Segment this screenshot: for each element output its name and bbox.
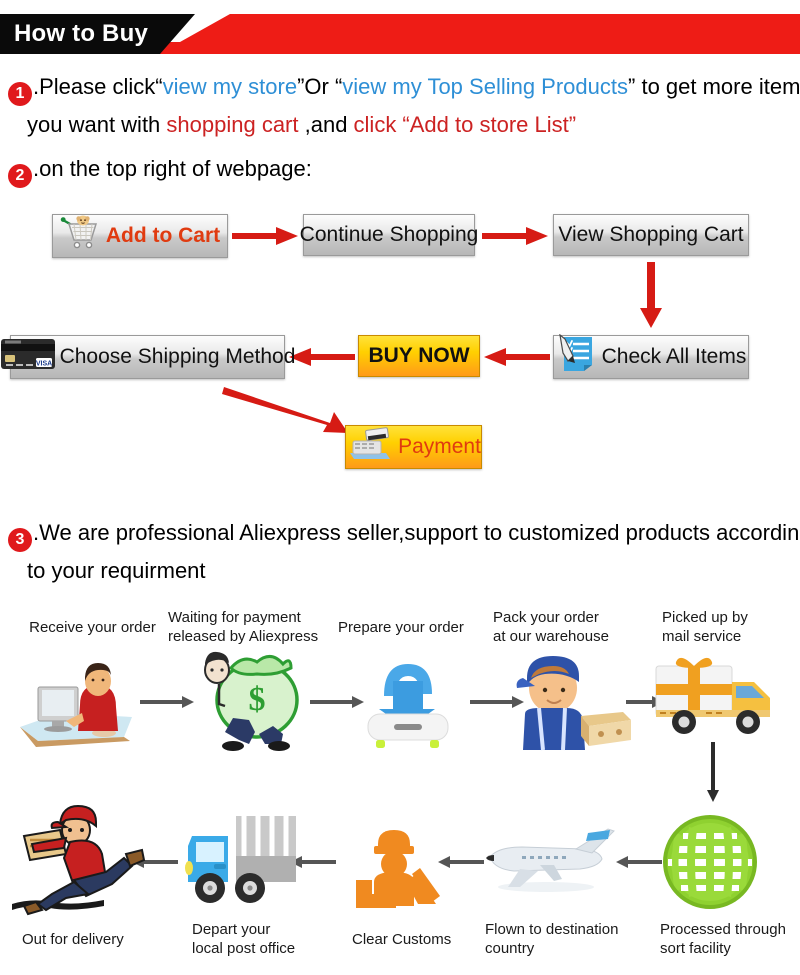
step-1-line-2: you want with shopping cart ,and click “… — [27, 105, 576, 145]
step-1-line2-text-b: ,and — [298, 112, 354, 137]
track-arrow-1 — [140, 695, 196, 714]
arrow-viewcart-to-check — [637, 262, 665, 330]
running-courier-icon — [8, 800, 146, 923]
buy-now-label: BUY NOW — [368, 344, 470, 367]
step-1-line2-text-a: you want with — [27, 112, 167, 137]
track-label-out-for-delivery: Out for delivery — [22, 931, 124, 948]
track-arrow-5-down — [705, 742, 721, 809]
track-label-pack-your-order: Pack your order at our warehouse — [493, 609, 609, 645]
continue-shopping-label: Continue Shopping — [299, 223, 479, 246]
shopping-cart-icon — [60, 215, 102, 257]
choose-shipping-method-label: Choose Shipping Method — [59, 345, 296, 368]
emphasis-add-to-store-list: click “Add to store List” — [353, 112, 577, 137]
add-to-cart-label: Add to Cart — [105, 224, 221, 247]
payment-label: Payment — [398, 435, 481, 458]
choose-shipping-method-button[interactable]: VISA Choose Shipping Method — [0, 335, 295, 379]
step-3-line2-text: to your requirment — [27, 558, 206, 583]
step-3-badge: 3 — [8, 528, 32, 552]
view-shopping-cart-label: View Shopping Cart — [558, 223, 744, 246]
svg-text:$: $ — [249, 681, 266, 718]
link-view-my-top-selling-products[interactable]: view my Top Selling Products — [342, 74, 628, 99]
arrow-check-to-buynow — [482, 345, 550, 369]
green-globe-icon — [655, 812, 765, 917]
track-label-clear-customs: Clear Customs — [352, 931, 452, 948]
step-1-text-a: .Please click“ — [33, 74, 163, 99]
arrow-shipping-to-payment — [222, 385, 352, 435]
arrow-cart-to-continue — [232, 224, 300, 248]
view-shopping-cart-button[interactable]: View Shopping Cart — [553, 214, 749, 256]
step-1-line-1: 1 .Please click“view my store”Or “view my… — [8, 67, 800, 107]
buy-now-button[interactable]: BUY NOW — [358, 335, 480, 377]
track-label-receive-your-order: Receive your order — [29, 619, 156, 636]
step-3-line-1: 3 .We are professional Aliexpress seller,… — [8, 513, 799, 553]
track-label-flown-to-destination-country: Flown to destination country — [485, 921, 619, 957]
delivery-truck-gift-icon — [650, 650, 790, 750]
svg-text:VISA: VISA — [35, 360, 51, 367]
download-box-icon — [350, 650, 465, 755]
page-title: How to Buy — [14, 20, 148, 47]
customs-officer-icon — [340, 808, 448, 919]
payment-button[interactable]: Payment — [345, 425, 482, 469]
step-2-text: .on the top right of webpage: — [33, 156, 312, 181]
step-1-badge: 1 — [8, 82, 32, 106]
blue-post-truck-icon — [178, 800, 303, 920]
worker-with-boxes-icon — [505, 648, 635, 757]
track-arrow-6 — [616, 855, 662, 874]
step-3-text: .We are professional Aliexpress seller,s… — [33, 520, 800, 545]
check-all-items-label: Check All Items — [601, 345, 747, 368]
link-view-my-store[interactable]: view my store — [163, 74, 297, 99]
step-2-line-1: 2 .on the top right of webpage: — [8, 149, 312, 189]
add-to-cart-button[interactable]: Add to Cart — [52, 214, 228, 258]
cash-register-icon — [346, 425, 394, 469]
track-label-prepare-your-order: Prepare your order — [338, 619, 464, 636]
track-label-depart-your-local-post-office: Depart your local post office — [192, 921, 296, 957]
check-all-items-button[interactable]: Check All Items — [553, 333, 749, 380]
step-1-text-c: ” to get more item — [628, 74, 800, 99]
step-1-text-b: ”Or “ — [297, 74, 343, 99]
credit-card-icon: VISA — [0, 336, 56, 378]
person-at-computer-icon — [12, 655, 142, 760]
arrow-continue-to-viewcart — [482, 224, 550, 248]
step-2-badge: 2 — [8, 164, 32, 188]
arrow-buynow-to-shipping — [287, 345, 355, 369]
step-3-line-2: to your requirment — [27, 551, 206, 591]
continue-shopping-button[interactable]: Continue Shopping — [300, 214, 478, 256]
money-bag-man-icon: $ — [195, 648, 315, 758]
checklist-pen-icon — [556, 333, 598, 380]
track-label-waiting-for-payment: Waiting for payment released by Aliexpre… — [168, 609, 319, 645]
track-label-processed-through-sort-facility: Processed through sort facility — [660, 921, 786, 957]
emphasis-shopping-cart: shopping cart — [166, 112, 299, 137]
track-label-picked-up-by-mail-service: Picked up by mail service — [662, 609, 748, 645]
airplane-icon — [480, 825, 615, 900]
page-header-banner: How to Buy — [0, 14, 800, 54]
